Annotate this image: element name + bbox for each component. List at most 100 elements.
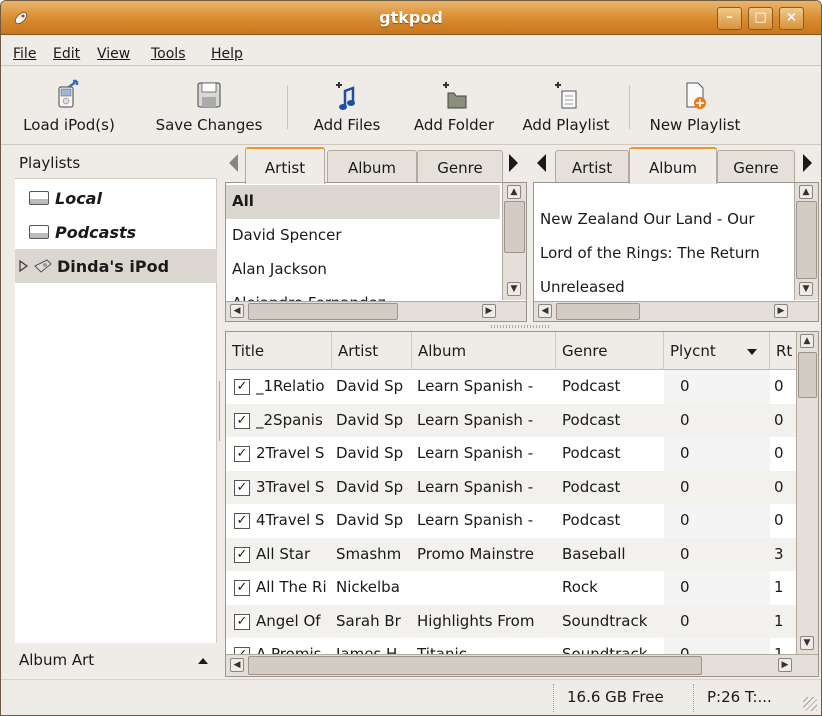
- list-item[interactable]: David Spencer: [226, 219, 500, 253]
- scroll-up-icon[interactable]: ▲: [799, 185, 813, 199]
- cell-rating: 1: [774, 645, 784, 654]
- playlist-dindas-ipod[interactable]: Dinda's iPod: [15, 249, 217, 283]
- tab-genre[interactable]: Genre: [417, 150, 503, 183]
- table-row[interactable]: ✓ 3Travel S David Sp Learn Spanish - Podcast…: [226, 470, 796, 504]
- scroll-down-icon[interactable]: ▼: [800, 636, 814, 650]
- scroll-down-icon[interactable]: ▼: [507, 282, 521, 296]
- new-playlist-button[interactable]: New Playlist: [637, 67, 753, 143]
- scrollbar-thumb[interactable]: [798, 352, 817, 398]
- column-header-rating[interactable]: Rt: [770, 332, 796, 370]
- browser-divider[interactable]: [491, 325, 551, 328]
- sort-descending-icon: [747, 349, 757, 355]
- playlist-podcasts[interactable]: Podcasts: [15, 215, 217, 249]
- pane-divider[interactable]: [219, 381, 221, 441]
- table-row[interactable]: ✓ All Star Smashm Promo Mainstre Baseball 0 3: [226, 537, 796, 571]
- table-row[interactable]: ✓ 2Travel S David Sp Learn Spanish - Podcast…: [226, 437, 796, 471]
- artist-list-vscrollbar[interactable]: ▲ ▼: [502, 183, 526, 300]
- artist-list-hscrollbar[interactable]: ◀ ▶: [226, 301, 526, 321]
- list-item[interactable]: Unreleased: [534, 271, 792, 305]
- playlist-local[interactable]: Local: [15, 181, 217, 215]
- track-checkbox[interactable]: ✓: [234, 412, 250, 429]
- toolbar: Load iPod(s) Save Changes Add Files Add …: [1, 67, 821, 145]
- save-changes-button[interactable]: Save Changes: [141, 67, 277, 143]
- drive-icon: [29, 191, 49, 205]
- menu-edit[interactable]: Edit: [53, 46, 80, 62]
- scroll-left-icon[interactable]: ◀: [230, 304, 244, 318]
- menu-view[interactable]: View: [97, 46, 130, 62]
- scrollbar-thumb[interactable]: [248, 303, 398, 320]
- album-list-hscrollbar[interactable]: ◀ ▶: [534, 301, 818, 321]
- tab-scroll-left-icon[interactable]: [229, 154, 238, 172]
- tab-scroll-right-icon[interactable]: [509, 154, 518, 172]
- table-row[interactable]: ✓ A Promis James H Titanic Soundtrack 0 1: [226, 638, 796, 654]
- track-checkbox[interactable]: ✓: [234, 613, 250, 630]
- scrollbar-thumb[interactable]: [504, 201, 525, 253]
- cell-title: A Promis: [256, 645, 322, 654]
- tab-artist[interactable]: Artist: [555, 150, 629, 183]
- list-item[interactable]: Lord of the Rings: The Return: [534, 237, 792, 271]
- menu-file[interactable]: File: [13, 46, 36, 62]
- track-checkbox[interactable]: ✓: [234, 379, 250, 395]
- table-row[interactable]: ✓ All The Ri Nickelba Rock 0 1: [226, 571, 796, 605]
- maximize-button[interactable]: □: [748, 7, 773, 30]
- scrollbar-thumb[interactable]: [248, 656, 702, 675]
- add-playlist-button[interactable]: Add Playlist: [511, 67, 621, 143]
- scroll-up-icon[interactable]: ▲: [507, 185, 521, 199]
- resize-grip[interactable]: [803, 697, 817, 711]
- expander-arrow-icon[interactable]: [19, 260, 29, 272]
- track-checkbox[interactable]: ✓: [234, 513, 250, 529]
- scroll-left-icon[interactable]: ◀: [538, 304, 552, 318]
- cell-rating: 0: [774, 377, 784, 395]
- track-checkbox[interactable]: ✓: [234, 647, 250, 654]
- album-list-vscrollbar[interactable]: ▲ ▼: [794, 183, 818, 300]
- list-item[interactable]: New Zealand Our Land - Our: [534, 203, 792, 237]
- track-checkbox[interactable]: ✓: [234, 580, 250, 596]
- menu-tools[interactable]: Tools: [151, 46, 186, 62]
- list-item[interactable]: Alan Jackson: [226, 253, 500, 287]
- scroll-up-icon[interactable]: ▲: [800, 334, 814, 348]
- scrollbar-thumb[interactable]: [556, 303, 640, 320]
- track-list-hscrollbar[interactable]: ◀ ▶: [226, 654, 818, 676]
- album-art-expander[interactable]: Album Art: [15, 647, 217, 679]
- column-header-album[interactable]: Album: [412, 332, 556, 370]
- close-button[interactable]: ×: [779, 7, 804, 30]
- table-row[interactable]: ✓ 4Travel S David Sp Learn Spanish - Podcast…: [226, 504, 796, 538]
- tab-artist[interactable]: Artist: [245, 147, 325, 184]
- track-checkbox[interactable]: ✓: [234, 479, 250, 496]
- scroll-down-icon[interactable]: ▼: [799, 282, 813, 296]
- cell-album: Learn Spanish -: [417, 511, 534, 529]
- cell-genre: Podcast: [562, 477, 621, 496]
- playlist-label: Local: [55, 189, 102, 208]
- scroll-right-icon[interactable]: ▶: [774, 304, 788, 318]
- scroll-right-icon[interactable]: ▶: [778, 658, 792, 672]
- playlists-header[interactable]: Playlists: [15, 147, 217, 179]
- column-header-artist[interactable]: Artist: [332, 332, 412, 370]
- tab-scroll-right-icon[interactable]: [803, 154, 812, 172]
- tab-album[interactable]: Album: [629, 147, 717, 184]
- column-header-plycnt[interactable]: Plycnt: [664, 332, 770, 370]
- table-row[interactable]: ✓ _1Relatio David Sp Learn Spanish - Podcast…: [226, 370, 796, 404]
- load-ipods-button[interactable]: Load iPod(s): [1, 67, 137, 143]
- add-files-button[interactable]: Add Files: [299, 67, 395, 143]
- tab-genre[interactable]: Genre: [717, 150, 795, 183]
- tab-album[interactable]: Album: [327, 150, 417, 183]
- column-header-genre[interactable]: Genre: [556, 332, 664, 370]
- track-checkbox[interactable]: ✓: [234, 546, 250, 563]
- add-playlist-label: Add Playlist: [522, 116, 610, 134]
- minimize-button[interactable]: –: [717, 7, 742, 30]
- table-row[interactable]: ✓ _2Spanis David Sp Learn Spanish - Podcast 0…: [226, 403, 796, 437]
- tab-scroll-left-icon[interactable]: [537, 154, 546, 172]
- menu-help[interactable]: Help: [211, 46, 243, 62]
- cell-plycnt: 0: [680, 544, 690, 563]
- add-folder-button[interactable]: Add Folder: [399, 67, 509, 143]
- column-header-title[interactable]: Title: [226, 332, 332, 370]
- scroll-left-icon[interactable]: ◀: [230, 658, 244, 672]
- track-list-vscrollbar[interactable]: ▲ ▼: [796, 332, 818, 654]
- table-row[interactable]: ✓ Angel Of Sarah Br Highlights From Soundtra…: [226, 604, 796, 638]
- scroll-right-icon[interactable]: ▶: [482, 304, 496, 318]
- list-item[interactable]: All: [226, 185, 500, 219]
- list-item[interactable]: Alejandro Fernandez: [226, 287, 500, 301]
- scrollbar-thumb[interactable]: [796, 201, 817, 279]
- track-checkbox[interactable]: ✓: [234, 446, 250, 462]
- title-bar[interactable]: gtkpod – □ ×: [1, 1, 821, 35]
